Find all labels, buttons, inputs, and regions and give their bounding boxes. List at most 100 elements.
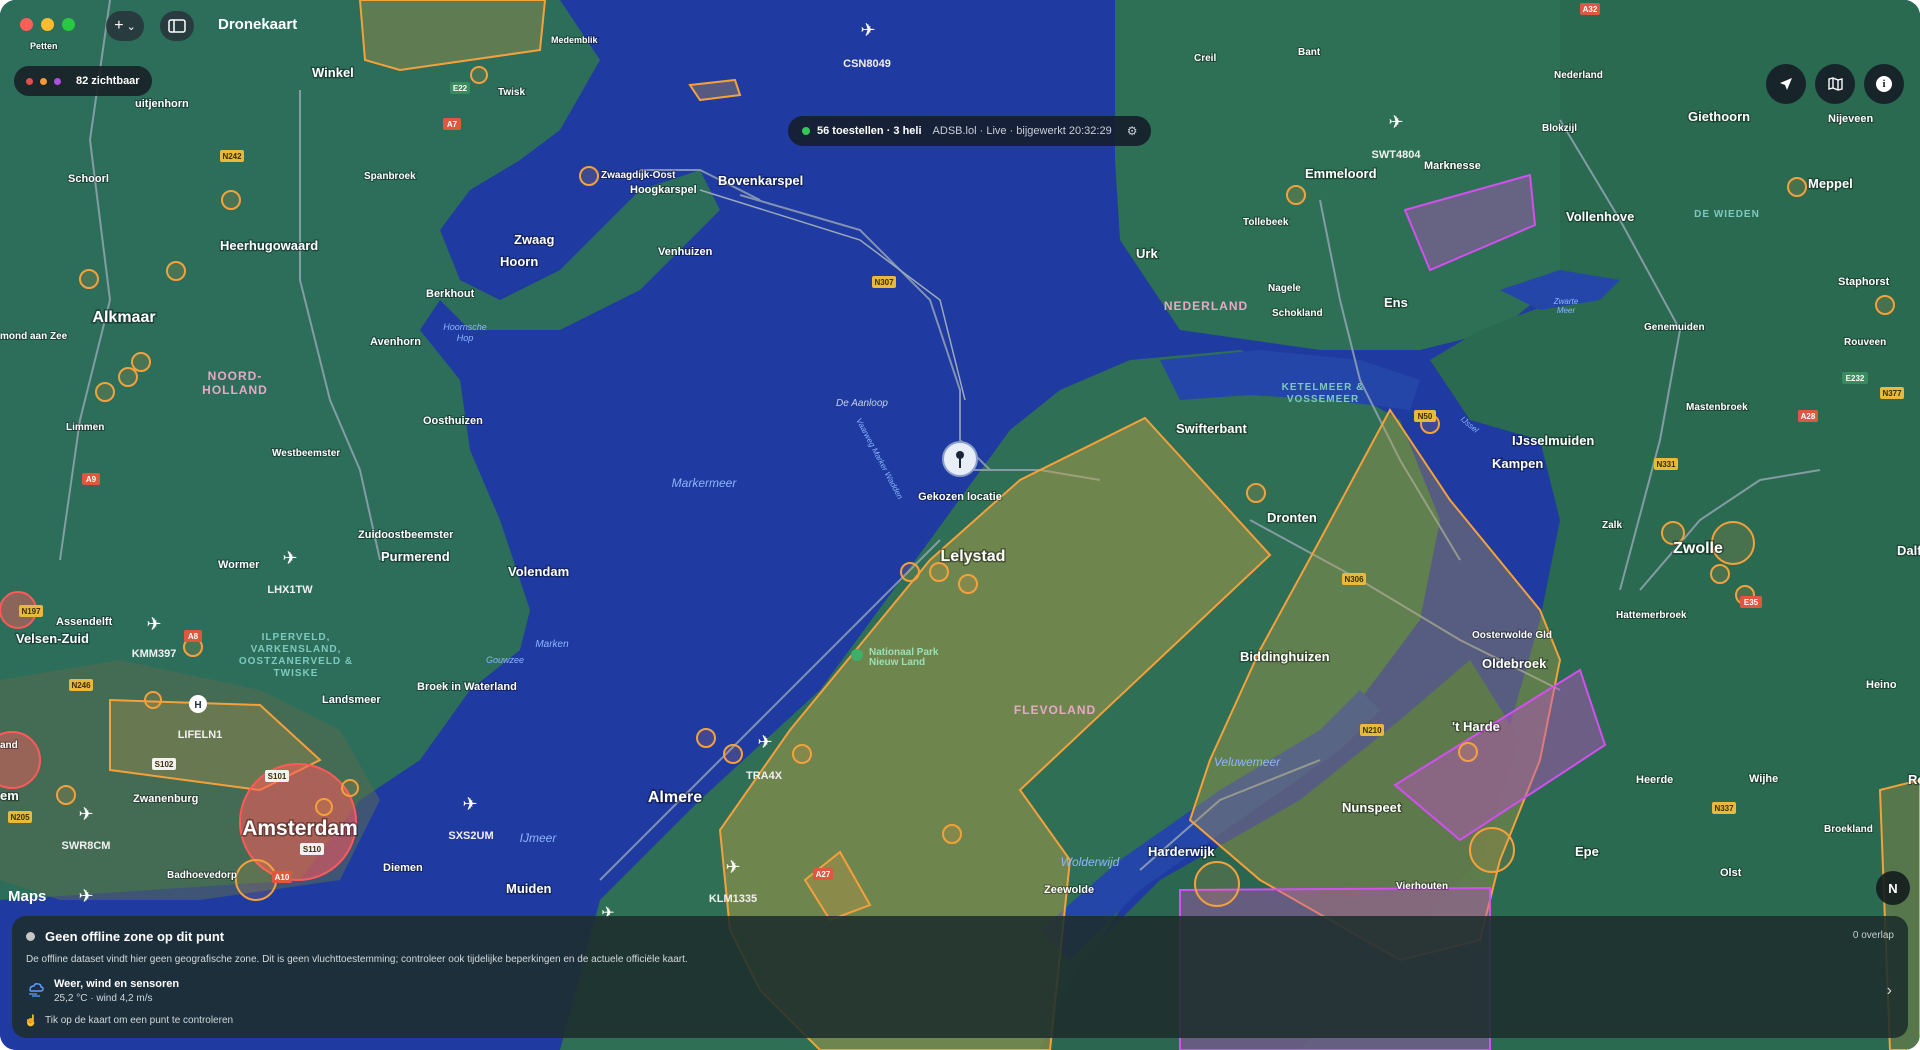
- aircraft-icon[interactable]: ✈: [146, 614, 161, 634]
- city-label: Wijhe: [1749, 773, 1778, 785]
- water-label: Marken: [535, 639, 569, 650]
- svg-text:N50: N50: [1418, 412, 1433, 421]
- sidebar-icon: [168, 19, 186, 33]
- weather-row[interactable]: Weer, wind en sensoren 25,2 °C · wind 4,…: [20, 974, 1900, 1008]
- city-label: Spanbroek: [364, 171, 416, 182]
- svg-text:N331: N331: [1656, 460, 1676, 469]
- visible-count-label: 82 zichtbaar: [76, 75, 140, 87]
- city-label: Ro: [1908, 772, 1920, 787]
- city-label: Almere: [648, 789, 702, 806]
- hand-tap-icon: ☝: [24, 1015, 38, 1027]
- city-label: Nederland: [1554, 70, 1603, 81]
- aircraft-icon[interactable]: ✈: [462, 794, 477, 814]
- aircraft-icon[interactable]: ✈: [725, 857, 740, 877]
- location-button[interactable]: [1766, 64, 1806, 104]
- chosen-location-pin[interactable]: [942, 441, 978, 477]
- city-label: Schokland: [1272, 308, 1323, 319]
- city-label: Oosterwolde Gld: [1472, 630, 1552, 641]
- city-label: uitjenhorn: [135, 98, 189, 110]
- aircraft-count: 56 toestellen · 3 heli: [817, 125, 922, 137]
- add-button[interactable]: + ⌄: [106, 11, 144, 41]
- road-shield: S101: [265, 770, 289, 782]
- tap-hint: Tik op de kaart om een punt te controler…: [45, 1015, 234, 1026]
- svg-text:A27: A27: [816, 870, 831, 879]
- road-shield: S102: [152, 758, 176, 770]
- road-shield: A9: [82, 473, 100, 485]
- zone-dot-red: [26, 77, 33, 85]
- road-shield: N377: [1880, 387, 1904, 399]
- zone-status-dot: [26, 932, 35, 941]
- aircraft-icon[interactable]: ✈: [282, 548, 297, 568]
- svg-text:S101: S101: [268, 772, 287, 781]
- aircraft-callsign: SXS2UM: [448, 830, 493, 842]
- window-minimize-button[interactable]: [41, 18, 54, 31]
- svg-text:A28: A28: [1801, 412, 1816, 421]
- road-shield: A28: [1798, 410, 1818, 422]
- aircraft-icon[interactable]: ✈: [1388, 112, 1403, 132]
- gear-icon[interactable]: ⚙: [1127, 124, 1138, 138]
- aircraft-icon[interactable]: ✈: [78, 804, 93, 824]
- city-label: Heerhugowaard: [220, 238, 318, 253]
- info-button[interactable]: i: [1864, 64, 1904, 104]
- city-label: Hattemerbroek: [1616, 610, 1687, 621]
- region-label: TWISKE: [274, 668, 319, 679]
- city-label: Badhoevedorp: [167, 870, 237, 881]
- region-label: VARKENSLAND,: [251, 644, 342, 655]
- svg-text:N210: N210: [1362, 726, 1382, 735]
- window-close-button[interactable]: [20, 18, 33, 31]
- city-label: Lelystad: [941, 548, 1006, 565]
- aircraft-icon[interactable]: ✈: [860, 20, 875, 40]
- map-canvas[interactable]: Gekozen locatie NOORD- HOLLAND FLEVOLAND…: [0, 0, 1920, 1050]
- city-label: 't Harde: [1452, 719, 1500, 734]
- zone-dot-purple: [54, 77, 61, 85]
- compass-button[interactable]: N: [1876, 871, 1910, 905]
- app-window: Gekozen locatie NOORD- HOLLAND FLEVOLAND…: [0, 0, 1920, 1050]
- city-label: Bovenkarspel: [718, 173, 803, 188]
- city-label: Vollenhove: [1566, 209, 1634, 224]
- road-shield: N50: [1414, 410, 1436, 422]
- svg-text:N197: N197: [21, 607, 41, 616]
- svg-text:A10: A10: [275, 873, 290, 882]
- chevron-right-icon[interactable]: ›: [1887, 982, 1892, 1000]
- city-label: Twisk: [498, 87, 525, 98]
- aircraft-callsign: KMM397: [132, 648, 177, 660]
- maps-attribution-label: Maps: [8, 888, 47, 905]
- city-label: Bant: [1298, 47, 1321, 58]
- chevron-down-icon: ⌄: [126, 20, 136, 33]
- window-title: Dronekaart: [218, 16, 298, 33]
- city-label: Harderwijk: [1148, 844, 1215, 859]
- map-style-button[interactable]: [1815, 64, 1855, 104]
- water-label: Markermeer: [672, 476, 738, 490]
- svg-text:✈: ✈: [757, 732, 772, 752]
- city-label: Zeewolde: [1044, 884, 1094, 896]
- city-label: Diemen: [383, 862, 423, 874]
- city-label: Avenhorn: [370, 336, 421, 348]
- live-indicator: [802, 127, 810, 135]
- map-icon: [1827, 77, 1843, 91]
- city-label: Broek in Waterland: [417, 681, 517, 693]
- road-shield: N331: [1654, 458, 1678, 470]
- traffic-status-pill[interactable]: 56 toestellen · 3 heli ADSB.lol · Live ·…: [788, 116, 1152, 146]
- svg-text:✈: ✈: [462, 794, 477, 814]
- aircraft-icon[interactable]: ✈: [757, 732, 772, 752]
- city-label: Nagele: [1268, 283, 1301, 294]
- plus-icon: +: [114, 17, 124, 34]
- aircraft-icon[interactable]: ✈: [78, 886, 93, 906]
- city-label: Hoorn: [500, 254, 538, 269]
- region-label: OOSTZANERVELD &: [239, 656, 353, 667]
- aircraft-callsign: LIFELN1: [178, 729, 223, 741]
- road-shield: N197: [19, 605, 43, 617]
- water-label: IJmeer: [520, 831, 558, 845]
- city-label: Rouveen: [1844, 337, 1886, 348]
- visible-count-pill[interactable]: 82 zichtbaar: [14, 66, 152, 96]
- svg-text:S102: S102: [155, 760, 174, 769]
- sidebar-toggle-button[interactable]: [160, 11, 194, 41]
- zone-info-panel[interactable]: Geen offline zone op dit punt 0 overlap …: [12, 916, 1908, 1038]
- city-label: Muiden: [506, 881, 552, 896]
- city-label: Amsterdam: [242, 817, 358, 840]
- region-label: DE WIEDEN: [1694, 209, 1760, 220]
- svg-text:✈: ✈: [78, 804, 93, 824]
- maps-attribution: Maps: [8, 888, 46, 905]
- region-label: HOLLAND: [202, 383, 268, 397]
- window-zoom-button[interactable]: [62, 18, 75, 31]
